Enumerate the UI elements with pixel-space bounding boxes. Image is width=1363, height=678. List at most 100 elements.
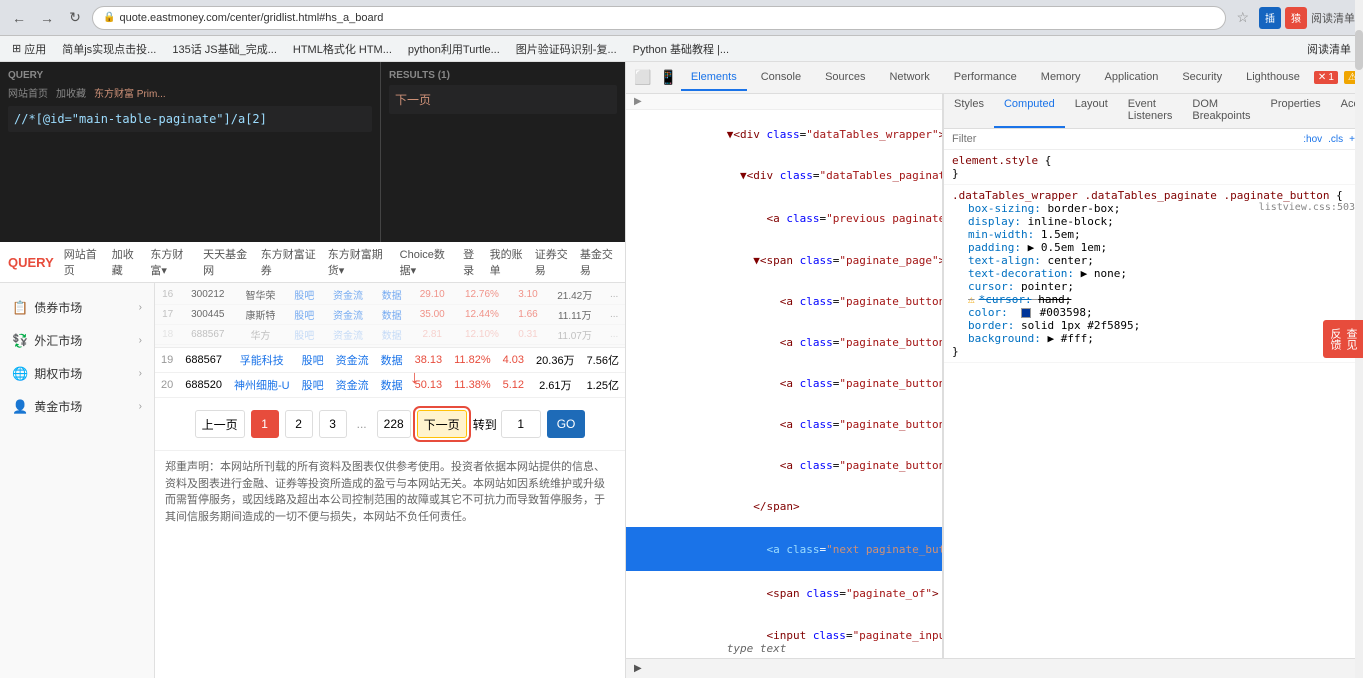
bookmark-2[interactable]: 135话 JS基础_完成... <box>168 39 281 59</box>
address-bar[interactable]: 🔒 quote.eastmoney.com/center/gridlist.ht… <box>92 6 1226 30</box>
tab-memory[interactable]: Memory <box>1031 65 1091 91</box>
bookmark-4[interactable]: python利用Turtle... <box>404 39 504 59</box>
row-change: 4.03 <box>497 348 530 373</box>
prev-page-button[interactable]: 上一页 <box>195 410 245 438</box>
table-container: 16 300212 智华荣 股吧 资金流 数据 29.10 12.76% 3.1… <box>155 283 625 678</box>
tab-application[interactable]: Application <box>1095 65 1169 91</box>
extension-button-2[interactable]: 猿 <box>1285 7 1307 29</box>
tab-elements[interactable]: Elements <box>681 65 747 91</box>
url-text: quote.eastmoney.com/center/gridlist.html… <box>119 12 383 24</box>
nav-item-fund[interactable]: 天天基金网 <box>203 246 251 278</box>
filter-cls[interactable]: .cls <box>1328 134 1343 145</box>
query-results-bar: QUERY 网站首页 加收藏 东方财富 Prim... //*[@id="mai… <box>0 62 625 242</box>
tab-performance[interactable]: Performance <box>944 65 1027 91</box>
nav-trading[interactable]: 证券交易 <box>535 246 572 278</box>
gold-icon: 👤 <box>12 399 28 415</box>
refresh-button[interactable]: ↻ <box>64 7 86 29</box>
sidebar-item-gold[interactable]: 👤 黄金市场 › <box>0 390 154 423</box>
nav-item-sec[interactable]: 东方财富证券 <box>261 246 318 278</box>
error-count: 1 <box>1328 72 1334 83</box>
back-button[interactable]: ← <box>8 7 30 29</box>
row-data[interactable]: 数据 <box>375 348 409 373</box>
bookmark-star-button[interactable]: ☆ <box>1232 9 1253 26</box>
nav-fund-trading[interactable]: 基金交易 <box>580 246 617 278</box>
tab-computed[interactable]: Computed <box>994 94 1065 128</box>
nav-item-home[interactable]: 网站首页 <box>64 246 102 278</box>
tab-lighthouse[interactable]: Lighthouse <box>1236 65 1310 91</box>
nav-item-east[interactable]: 东方财富▾ <box>150 246 193 278</box>
error-icon: ✕ <box>1318 72 1326 83</box>
row-cashflow[interactable]: 资金流 <box>330 373 375 398</box>
status-text: ▶ <box>634 663 642 674</box>
css-cursor-star: ⚠*cursor: hand; <box>952 293 1355 306</box>
devtools-inspect-button[interactable]: ⬜ <box>634 69 651 86</box>
page-dots: ... <box>353 417 371 431</box>
nav-item-fut[interactable]: 东方财富期货▾ <box>328 246 390 278</box>
styles-panel: Styles Computed Layout Event Listeners D… <box>943 94 1363 658</box>
nav-account[interactable]: 我的账单 <box>490 246 527 278</box>
feedback-button[interactable]: 查见反馈 <box>1323 320 1363 358</box>
row-name: 神州细胞-U <box>228 373 296 398</box>
css-selector-element: element.style { <box>952 154 1355 167</box>
sidebar-item-forex[interactable]: 💱 外汇市场 › <box>0 324 154 357</box>
nav-login[interactable]: 登录 <box>463 246 482 278</box>
grid-icon: ⊞ <box>12 42 21 55</box>
page-1-button[interactable]: 1 <box>251 410 279 438</box>
filter-hov[interactable]: :hov <box>1303 134 1322 145</box>
data-table: 19 688567 孚能科技 股吧 资金流 数据 38.13 11.82% 4.… <box>155 348 625 398</box>
page-goto-input[interactable] <box>501 410 541 438</box>
tab-styles[interactable]: Styles <box>944 94 994 128</box>
row-guba[interactable]: 股吧 <box>296 348 330 373</box>
page-2-button[interactable]: 2 <box>285 410 313 438</box>
sidebar-item-bonds[interactable]: 📋 债券市场 › <box>0 291 154 324</box>
nav-item-fav[interactable]: 加收藏 <box>112 246 141 278</box>
page-3-button[interactable]: 3 <box>319 410 347 438</box>
sidebar-options-label: 期权市场 <box>34 365 82 382</box>
tab-layout[interactable]: Layout <box>1065 94 1118 128</box>
filter-input[interactable] <box>952 133 1297 145</box>
chevron-right-icon-2: › <box>139 335 142 346</box>
query-label: QUERY <box>8 70 372 81</box>
tab-dom-breakpoints[interactable]: DOM Breakpoints <box>1182 94 1260 128</box>
tab-console[interactable]: Console <box>751 65 811 91</box>
tab-security[interactable]: Security <box>1172 65 1232 91</box>
row-data[interactable]: 数据 <box>375 373 409 398</box>
devtools-mobile-button[interactable]: 📱 <box>659 69 676 86</box>
bookmarks-bar: ⊞ 应用 简单js实现点击投... 135话 JS基础_完成... HTML格式… <box>0 36 1363 62</box>
tab-sources[interactable]: Sources <box>815 65 875 91</box>
tab-network[interactable]: Network <box>879 65 939 91</box>
row-name: 孚能科技 <box>228 348 296 373</box>
bookmark-apps[interactable]: ⊞ 应用 <box>8 39 50 59</box>
query-subtitle3: 东方财富 Prim... <box>94 85 166 100</box>
last-page-button[interactable]: 228 <box>377 410 411 438</box>
query-subtitle2: 加收藏 <box>56 85 86 100</box>
extension-button-1[interactable]: 插 <box>1259 7 1281 29</box>
css-border: border: solid 1px #2f5895; <box>952 319 1355 332</box>
bookmark-3[interactable]: HTML格式化 HTM... <box>289 39 396 59</box>
options-icon: 🌐 <box>12 366 28 382</box>
color-swatch-blue <box>1021 308 1031 318</box>
bookmark-6[interactable]: Python 基础教程 |... <box>629 39 733 59</box>
next-page-button[interactable]: 下一页 <box>417 410 467 438</box>
css-rule-datatables: .dataTables_wrapper .dataTables_paginate… <box>944 185 1363 363</box>
go-button[interactable]: GO <box>547 410 586 438</box>
row-guba[interactable]: 股吧 <box>296 373 330 398</box>
row-num: 20 <box>155 373 179 398</box>
sidebar-item-options[interactable]: 🌐 期权市场 › <box>0 357 154 390</box>
html-line-11-highlighted[interactable]: <a class="next paginate_button xh-highli… <box>626 527 942 571</box>
row-cashflow[interactable]: 资金流 <box>330 348 375 373</box>
security-icon: 🔒 <box>103 12 115 23</box>
css-rules-panel: element.style { } .dataTables_wrapper .d… <box>944 150 1363 658</box>
filter-bar: :hov .cls + <box>944 129 1363 150</box>
nav-item-choice[interactable]: Choice数据▾ <box>400 246 453 278</box>
bookmark-5[interactable]: 图片验证码识别-复... <box>512 39 621 59</box>
results-section: RESULTS (1) 下一页 <box>380 62 625 242</box>
tab-properties[interactable]: Properties <box>1260 94 1330 128</box>
reader-mode-button[interactable]: 阅读清单 <box>1311 10 1355 26</box>
bookmark-1[interactable]: 简单js实现点击投... <box>58 39 160 59</box>
error-badge: ✕ 1 <box>1314 71 1338 84</box>
reading-list-button[interactable]: 阅读清单 <box>1303 39 1355 59</box>
forward-button[interactable]: → <box>36 7 58 29</box>
row-code: 688567 <box>179 348 228 373</box>
tab-event-listeners[interactable]: Event Listeners <box>1118 94 1183 128</box>
